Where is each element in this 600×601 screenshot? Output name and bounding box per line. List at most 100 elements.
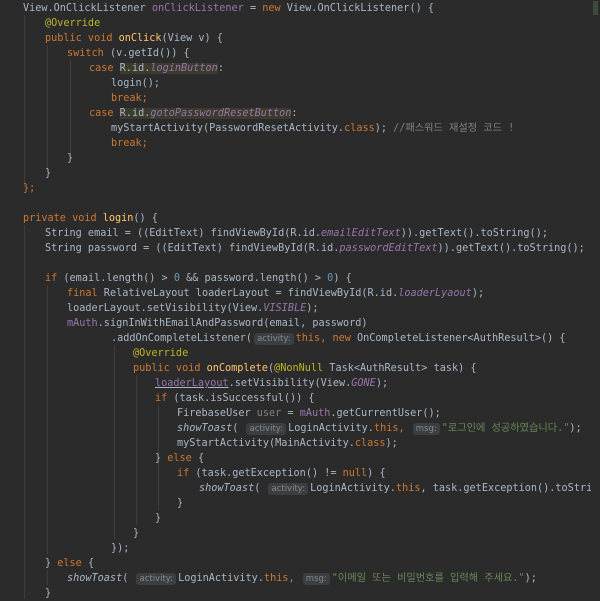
code-token: loaderLayout — [155, 378, 229, 389]
code-token: } — [155, 513, 162, 524]
code-token: mAuth — [299, 408, 331, 419]
code-token: )).getText().toString(); — [400, 228, 548, 239]
code-line[interactable]: } — [0, 166, 600, 181]
code-token: ); — [375, 378, 389, 389]
code-line[interactable]: } else { — [0, 451, 600, 466]
code-token: ( — [122, 573, 135, 584]
code-token: public void — [45, 33, 119, 44]
code-line[interactable]: public void onClick(View v) { — [0, 31, 600, 46]
code-line[interactable]: final RelativeLayout loaderLayout = find… — [0, 286, 600, 301]
code-token: .addOnCompleteListener( — [111, 333, 253, 344]
code-token: ); — [385, 438, 398, 449]
code-editor[interactable]: View.OnClickListener onClickListener = n… — [0, 0, 600, 599]
code-token: login — [102, 213, 134, 224]
code-token: switch — [67, 48, 104, 59]
code-line[interactable]: if (email.length() > 0 && password.lengt… — [0, 271, 600, 286]
code-token: case — [89, 108, 120, 119]
code-token: ( — [232, 423, 245, 434]
code-token: (task.getException() != — [189, 468, 343, 479]
code-line[interactable]: case R.id.loginButton: — [0, 61, 600, 76]
code-token: = — [243, 3, 263, 14]
code-line[interactable]: mAuth.signInWithEmailAndPassword(email, … — [0, 316, 600, 331]
code-token: null — [342, 468, 368, 479]
code-token: R.id. — [119, 108, 151, 119]
code-line[interactable]: .addOnCompleteListener(activity: this, ne… — [0, 331, 600, 346]
code-line[interactable]: public void onComplete(@NonNull Task<Aut… — [0, 361, 600, 376]
code-line[interactable]: switch (v.getId()) { — [0, 46, 600, 61]
code-token: class — [354, 438, 386, 449]
code-token: }); — [111, 543, 130, 554]
code-line[interactable]: showToast( activity: LoginActivity.this, … — [0, 571, 600, 586]
code-token: showToast — [199, 483, 255, 494]
code-line[interactable]: String password = ((EditText) findViewBy… — [0, 241, 600, 256]
code-line[interactable]: private void login() { — [0, 211, 600, 226]
code-token: case — [89, 63, 120, 74]
code-line[interactable]: } — [0, 496, 600, 511]
code-line[interactable]: login(); — [0, 76, 600, 91]
code-line[interactable]: } — [0, 151, 600, 166]
code-line[interactable]: } — [0, 526, 600, 541]
code-token: if — [45, 273, 58, 284]
code-token: loaderLayout.setVisibility(View. — [67, 303, 264, 314]
code-token: (v.getId()) { — [103, 48, 190, 59]
code-token: onClick — [118, 33, 162, 44]
code-line[interactable]: loaderLayout.setVisibility(View.VISIBLE)… — [0, 301, 600, 316]
code-token: GONE — [351, 378, 376, 389]
code-line[interactable]: case R.id.gotoPasswordResetButton: — [0, 106, 600, 121]
code-token: LoginActivity. — [310, 483, 396, 494]
code-token: else — [57, 558, 82, 569]
code-token: (View v) { — [161, 33, 223, 44]
code-token: }; — [23, 183, 36, 194]
code-token: View.OnClickListener — [23, 3, 152, 14]
code-token: myStartActivity(MainActivity. — [177, 438, 355, 449]
code-line[interactable]: loaderLayout.setVisibility(View.GONE); — [0, 376, 600, 391]
code-line[interactable]: showToast( activity: LoginActivity.this, … — [0, 481, 600, 496]
code-token: passwordEditText — [339, 243, 438, 254]
code-token: loginButton — [150, 63, 218, 74]
code-token: , — [398, 423, 411, 434]
code-line[interactable]: myStartActivity(PasswordResetActivity.cl… — [0, 121, 600, 136]
code-token: this — [295, 333, 321, 344]
code-line[interactable]: break; — [0, 91, 600, 106]
code-token: } — [67, 153, 74, 164]
code-token: , task.getException().toString()); — [420, 483, 600, 494]
scrollbar-marker[interactable] — [593, 1, 598, 15]
code-line[interactable]: break; — [0, 136, 600, 151]
code-line[interactable]: String email = ((EditText) findViewById(… — [0, 226, 600, 241]
code-line[interactable]: }); — [0, 541, 600, 556]
param-hint: activity: — [254, 333, 294, 345]
code-token: login(); — [111, 78, 161, 89]
code-token: LoginActivity. — [288, 423, 374, 434]
code-line[interactable]: if (task.getException() != null) { — [0, 466, 600, 481]
code-token: break; — [111, 93, 148, 104]
code-token: ); — [524, 573, 537, 584]
code-token: View.OnClickListener() { — [280, 3, 434, 14]
code-line[interactable]: showToast( activity: LoginActivity.this, … — [0, 421, 600, 436]
code-line[interactable]: }; — [0, 181, 600, 196]
code-line[interactable]: @Override — [0, 16, 600, 31]
code-token: } — [177, 498, 184, 509]
code-token: R.id. — [119, 63, 151, 74]
code-line[interactable]: if (task.isSuccessful()) { — [0, 391, 600, 406]
code-token: Task<AuthResult> task) { — [323, 363, 477, 374]
code-token: , — [288, 573, 301, 584]
code-line[interactable]: FirebaseUser user = mAuth.getCurrentUser… — [0, 406, 600, 421]
code-token: OnCompleteListener<AuthResult>() { — [350, 333, 566, 344]
code-line[interactable]: myStartActivity(MainActivity.class); — [0, 436, 600, 451]
code-token: , — [320, 333, 333, 344]
code-line[interactable]: } else { — [0, 556, 600, 571]
code-line[interactable]: View.OnClickListener onClickListener = n… — [0, 1, 600, 16]
code-token: String email = ((EditText) findViewById(… — [45, 228, 322, 239]
code-token: public void — [133, 363, 207, 374]
code-line[interactable]: @Override — [0, 346, 600, 361]
code-token: } — [133, 528, 140, 539]
code-token: emailEditText — [321, 228, 401, 239]
code-token: if — [155, 393, 168, 404]
code-line[interactable]: } — [0, 511, 600, 526]
code-token: .setVisibility(View. — [228, 378, 352, 389]
code-token: new — [262, 3, 281, 14]
code-token: this — [373, 423, 399, 434]
vertical-scrollbar[interactable] — [591, 0, 600, 599]
code-token: ); — [306, 303, 319, 314]
param-hint: msg: — [302, 573, 330, 585]
